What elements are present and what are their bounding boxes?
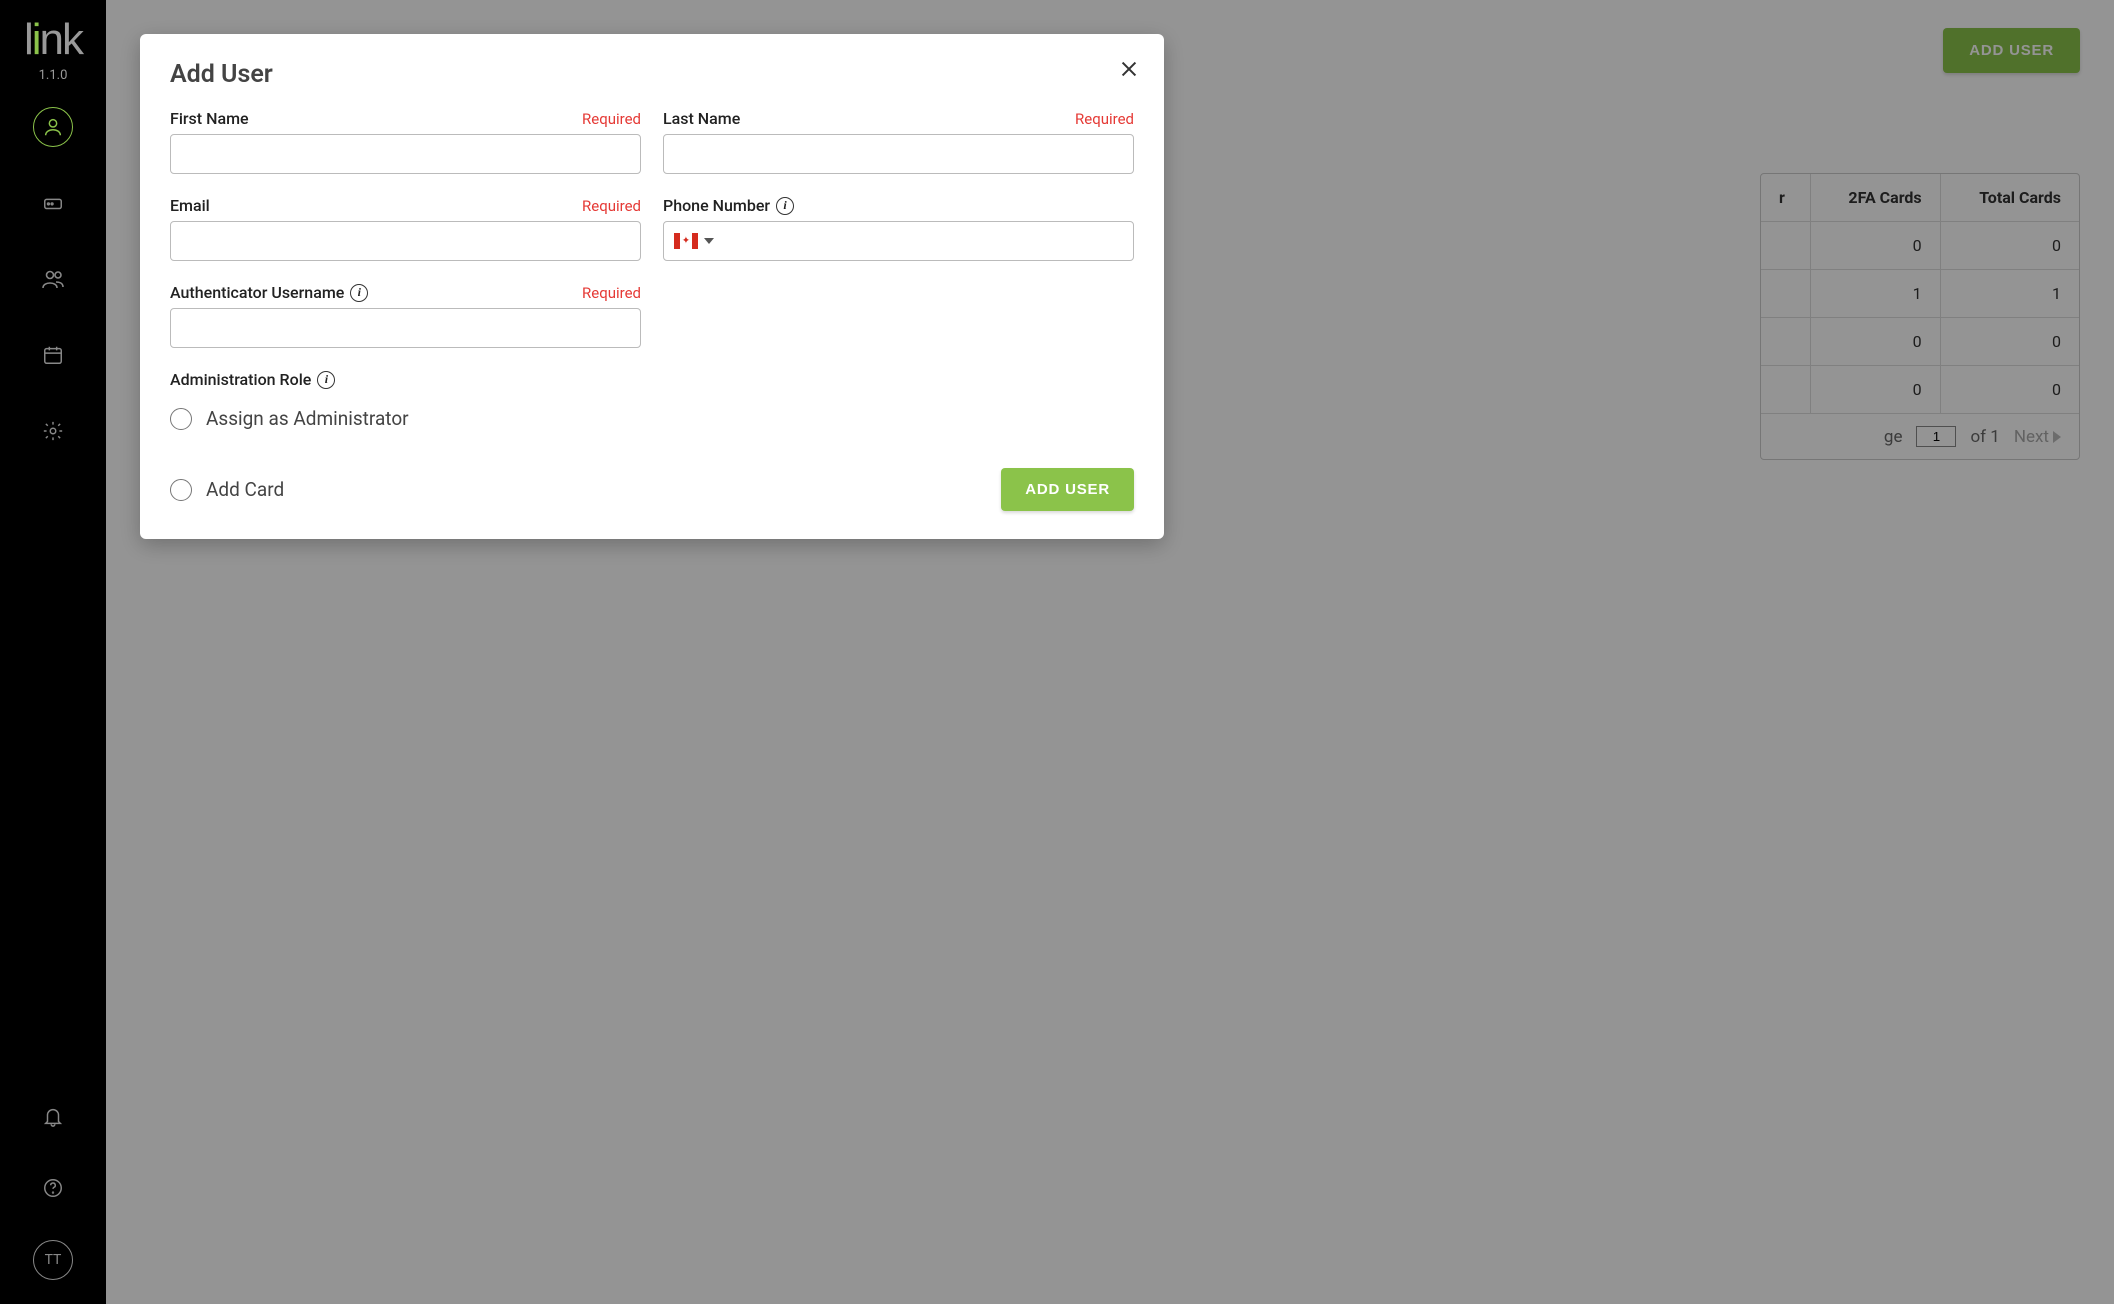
first-name-field: First Name Required [170, 109, 641, 174]
help-icon [42, 1177, 64, 1199]
assign-admin-radio[interactable] [170, 408, 192, 430]
gear-icon [42, 420, 64, 442]
add-card-row[interactable]: Add Card [170, 478, 284, 501]
add-card-radio[interactable] [170, 479, 192, 501]
phone-input-wrap[interactable] [663, 221, 1134, 261]
auth-username-field: Authenticator Username i Required [170, 283, 641, 348]
nav-help[interactable] [33, 1168, 73, 1208]
version-label: 1.1.0 [39, 68, 68, 83]
modal-title: Add User [170, 60, 1134, 89]
people-icon [41, 267, 65, 291]
nav-settings[interactable] [33, 411, 73, 451]
sidebar: link 1.1.0 TT [0, 0, 106, 1304]
nav-users[interactable] [33, 107, 73, 147]
sidebar-bottom: TT [33, 1096, 73, 1280]
info-icon[interactable]: i [317, 371, 335, 389]
assign-admin-row[interactable]: Assign as Administrator [170, 407, 1134, 430]
bell-icon [42, 1105, 64, 1127]
email-label: Email [170, 196, 210, 215]
user-icon [42, 116, 64, 138]
info-icon[interactable]: i [776, 197, 794, 215]
admin-role-label: Administration Role i [170, 370, 1134, 389]
required-label: Required [582, 197, 641, 215]
drive-icon [42, 192, 64, 214]
required-label: Required [582, 110, 641, 128]
submit-add-user-button[interactable]: ADD USER [1001, 468, 1134, 511]
calendar-icon [42, 344, 64, 366]
phone-field: Phone Number i [663, 196, 1134, 261]
flag-icon [674, 233, 698, 249]
last-name-field: Last Name Required [663, 109, 1134, 174]
last-name-input[interactable] [663, 134, 1134, 174]
avatar[interactable]: TT [33, 1240, 73, 1280]
add-user-modal: Add User First Name Required Last Name R… [140, 34, 1164, 539]
info-icon[interactable]: i [350, 284, 368, 302]
nav-notifications[interactable] [33, 1096, 73, 1136]
nav-icons [33, 107, 73, 451]
add-card-label: Add Card [206, 478, 284, 501]
logo: link [24, 18, 82, 62]
first-name-input[interactable] [170, 134, 641, 174]
chevron-down-icon [704, 238, 714, 244]
required-label: Required [582, 284, 641, 302]
close-icon [1118, 58, 1140, 80]
auth-username-label: Authenticator Username i [170, 283, 368, 302]
close-button[interactable] [1118, 58, 1140, 84]
required-label: Required [1075, 110, 1134, 128]
auth-username-input[interactable] [170, 308, 641, 348]
last-name-label: Last Name [663, 109, 740, 128]
email-input[interactable] [170, 221, 641, 261]
assign-admin-label: Assign as Administrator [206, 407, 409, 430]
email-field: Email Required [170, 196, 641, 261]
first-name-label: First Name [170, 109, 249, 128]
phone-label: Phone Number i [663, 196, 794, 215]
nav-storage[interactable] [33, 183, 73, 223]
nav-calendar[interactable] [33, 335, 73, 375]
nav-people[interactable] [33, 259, 73, 299]
